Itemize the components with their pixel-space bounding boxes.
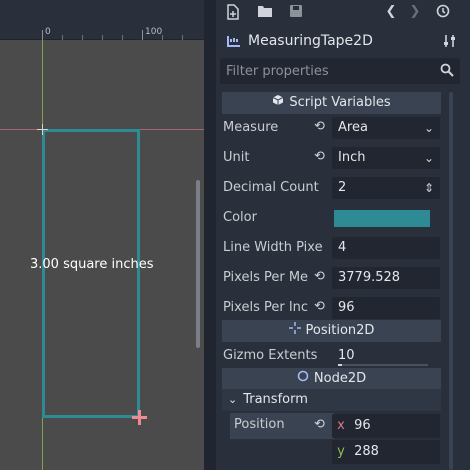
horizontal-ruler[interactable]: 0 100 bbox=[0, 0, 204, 40]
node2d-circle-icon bbox=[297, 368, 309, 390]
section-label: Node2D bbox=[313, 371, 367, 386]
position2d-crosshair-icon bbox=[288, 320, 301, 342]
ruler-tick bbox=[62, 35, 63, 40]
ruler-tick bbox=[102, 35, 103, 40]
measure-area-rectangle[interactable] bbox=[42, 129, 140, 418]
inspector-toolbar: ❮ ❯ bbox=[216, 0, 470, 26]
filter-properties-input[interactable] bbox=[226, 62, 426, 80]
spinbox-value: 2 bbox=[338, 180, 347, 195]
ruler-label-0: 0 bbox=[45, 27, 51, 37]
ruler-tick bbox=[82, 35, 83, 40]
y-axis-label: y bbox=[337, 444, 345, 459]
slider-value: 10 bbox=[338, 348, 355, 363]
node-header[interactable]: MeasuringTape2D bbox=[220, 29, 464, 55]
field-value: 3779.528 bbox=[338, 270, 401, 285]
section-label: Position2D bbox=[305, 323, 375, 338]
object-tools-icon[interactable] bbox=[442, 33, 458, 53]
ruler-label-100: 100 bbox=[145, 27, 163, 37]
unit-dropdown[interactable]: Inch ⌄ bbox=[332, 147, 440, 169]
end-point-handle-icon[interactable] bbox=[132, 410, 147, 425]
measure-dropdown[interactable]: Area ⌄ bbox=[332, 117, 440, 139]
field-value: 96 bbox=[338, 300, 355, 315]
prop-measure: Measure ⟲ Area ⌄ bbox=[222, 115, 441, 141]
property-list: Script Variables Measure ⟲ Area ⌄ Unit ⟲… bbox=[222, 92, 454, 470]
prop-label: Gizmo Extents bbox=[223, 348, 318, 363]
decimal-count-spinbox[interactable]: 2 ⇕ bbox=[332, 177, 440, 199]
prop-position: Position ⟲ x 96 y 288 bbox=[222, 413, 441, 465]
dropdown-value: Inch bbox=[338, 150, 366, 165]
revert-icon[interactable]: ⟲ bbox=[314, 417, 325, 432]
category-label: Transform bbox=[243, 392, 308, 407]
position-y-field[interactable]: y 288 bbox=[332, 440, 440, 464]
y-value: 288 bbox=[354, 444, 379, 459]
field-value: 4 bbox=[338, 240, 347, 255]
transform-category[interactable]: ⌄ Transform bbox=[222, 389, 441, 411]
x-value: 96 bbox=[354, 418, 371, 433]
history-list-icon[interactable] bbox=[434, 4, 452, 20]
prop-label: Color bbox=[223, 210, 257, 225]
updown-arrows-icon[interactable]: ⇕ bbox=[424, 177, 434, 199]
gizmo-extents-slider[interactable]: 10 bbox=[332, 345, 440, 367]
chevron-down-icon: ⌄ bbox=[423, 151, 434, 165]
canvas-viewport[interactable]: 0 100 3.00 square inches bbox=[0, 0, 204, 470]
pixels-per-meter-field[interactable]: 3779.528 bbox=[332, 267, 440, 289]
prop-gizmo-extents: Gizmo Extents 10 bbox=[222, 343, 441, 369]
ruler-tick bbox=[142, 30, 143, 40]
color-picker-button[interactable] bbox=[334, 210, 430, 227]
pixels-per-inch-field[interactable]: 96 bbox=[332, 297, 440, 319]
section-position2d[interactable]: Position2D bbox=[222, 320, 441, 342]
prop-pixels-per-meter: Pixels Per Me ⟲ 3779.528 bbox=[222, 265, 441, 291]
revert-icon[interactable]: ⟲ bbox=[314, 119, 328, 134]
prop-decimal-count: Decimal Count 2 ⇕ bbox=[222, 175, 441, 201]
section-node2d[interactable]: Node2D bbox=[222, 368, 441, 390]
open-folder-icon[interactable] bbox=[256, 4, 274, 20]
prop-label: Line Width Pixe bbox=[223, 240, 323, 255]
ruler-tick bbox=[42, 30, 43, 40]
position-x-field[interactable]: x 96 bbox=[332, 414, 440, 438]
history-back-icon[interactable]: ❮ bbox=[382, 4, 400, 20]
slider-track[interactable] bbox=[338, 364, 428, 366]
revert-icon[interactable]: ⟲ bbox=[314, 149, 328, 164]
section-script-variables[interactable]: Script Variables bbox=[222, 92, 441, 114]
inspector-panel: ❮ ❯ MeasuringTape2D Script Variables Mea… bbox=[216, 0, 470, 470]
section-label: Script Variables bbox=[289, 95, 391, 110]
new-script-icon[interactable] bbox=[224, 4, 242, 20]
origin-marker-icon[interactable] bbox=[37, 124, 48, 135]
search-icon bbox=[440, 63, 454, 77]
prop-pixels-per-inch: Pixels Per Inc ⟲ 96 bbox=[222, 295, 441, 321]
x-axis-label: x bbox=[337, 418, 345, 433]
ruler-tick bbox=[122, 35, 123, 40]
history-forward-icon[interactable]: ❯ bbox=[406, 4, 424, 20]
revert-icon[interactable]: ⟲ bbox=[314, 299, 328, 314]
prop-line-width: Line Width Pixe 4 bbox=[222, 235, 441, 261]
dropdown-value: Area bbox=[338, 120, 368, 135]
ruler-tick bbox=[182, 35, 183, 40]
filter-properties-field[interactable] bbox=[220, 58, 460, 84]
line-width-field[interactable]: 4 bbox=[332, 237, 440, 259]
measurement-label: 3.00 square inches bbox=[30, 257, 154, 272]
panel-divider bbox=[204, 0, 216, 470]
prop-color: Color bbox=[222, 205, 441, 231]
prop-unit: Unit ⟲ Inch ⌄ bbox=[222, 145, 441, 171]
inspector-scrollbar[interactable] bbox=[449, 92, 453, 470]
chevron-down-icon: ⌄ bbox=[228, 393, 238, 406]
prop-label: Decimal Count bbox=[223, 180, 319, 195]
script-cube-icon bbox=[272, 92, 284, 114]
node-name: MeasuringTape2D bbox=[248, 33, 373, 49]
viewport-scrollbar[interactable] bbox=[196, 180, 200, 348]
chevron-down-icon: ⌄ bbox=[423, 121, 434, 135]
save-icon[interactable] bbox=[287, 4, 305, 20]
revert-icon[interactable]: ⟲ bbox=[314, 269, 328, 284]
slider-fill bbox=[338, 364, 342, 366]
measuring-tape-icon bbox=[226, 33, 242, 49]
